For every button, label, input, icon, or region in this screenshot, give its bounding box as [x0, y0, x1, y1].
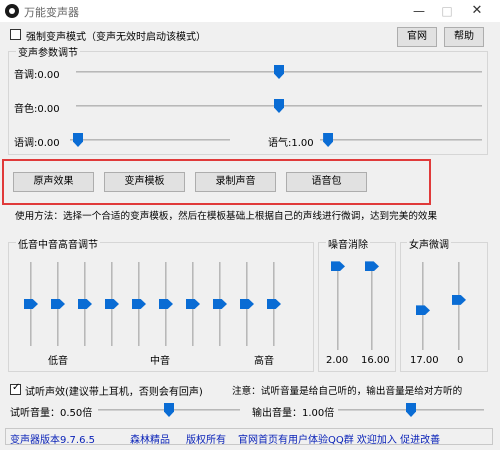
female-right-slider-track[interactable] — [458, 262, 460, 350]
high-label: 高音 — [254, 356, 274, 367]
female-left-value: 17.00 — [410, 355, 439, 366]
window-title: 万能变声器 — [24, 6, 79, 19]
noise-left-value: 2.00 — [326, 355, 349, 366]
rights-text: 版权所有 — [186, 435, 226, 446]
strong-mode-checkbox[interactable] — [10, 29, 21, 40]
maximize-icon[interactable]: □ — [434, 2, 460, 20]
monitor-label: 试听声效(建议带上耳机，否则会有回声) — [25, 387, 203, 398]
tone-label: 语气:1.00 — [268, 138, 314, 149]
promo-link[interactable]: 官网首页有用户体验QQ群 欢迎加入 促进改善 — [238, 431, 440, 446]
volume-note: 注意：试听音量是给自己听的，输出音量是给对方听的 — [232, 386, 463, 397]
help-button[interactable]: 帮助 — [444, 27, 484, 47]
mid-label: 中音 — [150, 356, 170, 367]
noise-right-slider-track[interactable] — [371, 262, 373, 350]
listen-volume-label: 试听音量：0.50倍 — [10, 408, 93, 419]
voice-template-button[interactable]: 变声模板 — [104, 172, 185, 192]
title-bar: 万能变声器 — □ ✕ — [0, 0, 500, 22]
female-tune-group-title: 女声微调 — [407, 236, 451, 251]
timbre-label: 音色:0.00 — [14, 104, 60, 115]
listen-volume-thumb[interactable] — [164, 403, 174, 417]
noise-group-title: 噪音消除 — [326, 236, 370, 251]
noise-right-value: 16.00 — [361, 355, 390, 366]
voice-pack-button[interactable]: 语音包 — [286, 172, 367, 192]
low-label: 低音 — [48, 356, 68, 367]
speed-slider-track[interactable] — [70, 139, 230, 141]
original-voice-button[interactable]: 原声效果 — [13, 172, 94, 192]
version-text: 变声器版本9.7.6.5 — [10, 435, 95, 446]
minimize-icon[interactable]: — — [406, 2, 432, 20]
noise-group — [318, 242, 396, 372]
eq-group-title: 低音中音高音调节 — [16, 236, 100, 251]
footer-bar: 变声器版本9.7.6.5 森林精品 版权所有 官网首页有用户体验QQ群 欢迎加入… — [5, 428, 493, 446]
output-volume-label: 输出音量：1.00倍 — [252, 408, 335, 419]
pitch-label: 音调:0.00 — [14, 70, 60, 81]
output-volume-thumb[interactable] — [406, 403, 416, 417]
app-logo-icon — [5, 4, 19, 18]
tone-slider-track[interactable] — [320, 139, 482, 141]
speed-label: 语调:0.00 — [14, 138, 60, 149]
brand-text: 森林精品 — [130, 435, 170, 446]
params-group-title: 变声参数调节 — [16, 44, 80, 59]
usage-instructions: 使用方法：选择一个合适的变声模板，然后在模板基础上根据自己的声线进行微调，达到完… — [15, 211, 438, 222]
close-icon[interactable]: ✕ — [464, 2, 490, 20]
official-site-button[interactable]: 官网 — [397, 27, 437, 47]
record-voice-button[interactable]: 录制声音 — [195, 172, 276, 192]
strong-mode-label: 强制变声模式（变声无效时启动该模式） — [26, 32, 206, 43]
female-right-value: 0 — [457, 355, 464, 366]
female-tune-group — [400, 242, 488, 372]
monitor-checkbox[interactable] — [10, 382, 21, 395]
noise-left-slider-track[interactable] — [337, 262, 339, 350]
